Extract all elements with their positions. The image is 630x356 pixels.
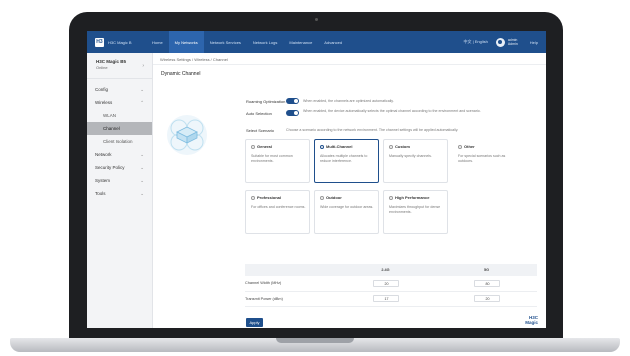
avatar[interactable] (495, 37, 505, 47)
row-label: Channel Width (MHz) (245, 276, 335, 292)
user-info[interactable]: admin Admin (508, 38, 518, 47)
scenario-card-multi-channel[interactable]: Multi-Channel Allocates multiple channel… (314, 139, 379, 183)
scenario-card-custom[interactable]: Custom Manually specify channels. (383, 139, 448, 183)
sidebar-item-channel[interactable]: Channel (87, 122, 152, 135)
sidebar-item-tools[interactable]: Tools ⌄ (87, 187, 152, 200)
brand-mark: H3C Magic (525, 315, 538, 325)
laptop-notch (276, 338, 354, 343)
nav-tab-advanced[interactable]: Advanced (318, 31, 348, 53)
laptop-stage: H3 H3C Magic B Home My Networks Network … (0, 0, 630, 356)
auto-selection-toggle[interactable] (286, 110, 299, 116)
chevron-down-icon: ⌄ (140, 164, 144, 170)
radio-other[interactable] (458, 145, 462, 149)
card-desc: Wide coverage for outdoor areas. (320, 205, 374, 209)
scenario-card-professional[interactable]: Professional For offices and conference … (245, 190, 310, 234)
scenario-card-outdoor[interactable]: Outdoor Wide coverage for outdoor areas. (314, 190, 379, 234)
table-header-row: 2.4G 5G (245, 264, 537, 276)
card-title: Custom (395, 144, 410, 149)
transmit-power-24g-input[interactable]: 17 (372, 295, 399, 302)
card-desc: Suitable for most common environments. (251, 154, 293, 163)
channel-width-24g-input[interactable]: 20 (372, 279, 399, 287)
language-switch[interactable]: 中文 | English (463, 39, 487, 45)
user-icon (498, 40, 503, 44)
apply-button[interactable]: Apply (246, 318, 263, 327)
chevron-down-icon: ⌄ (140, 151, 144, 157)
band-settings-table: 2.4G 5G Channel Width (MHz) 20 80 Transm… (245, 264, 537, 307)
screen: H3 H3C Magic B Home My Networks Network … (87, 31, 546, 328)
card-desc: Manually specify channels. (389, 154, 432, 158)
card-desc: For offices and conference rooms. (251, 205, 306, 209)
sidebar-item-client-isolation[interactable]: Client Isolation (87, 135, 152, 148)
table-header: 5G (436, 264, 537, 276)
nav-tab-network-logs[interactable]: Network Logs (247, 31, 283, 53)
roaming-optimization-label: Roaming Optimization (246, 99, 286, 104)
scenario-card-general[interactable]: General Suitable for most common environ… (245, 139, 310, 183)
nav-tab-maintenance[interactable]: Maintenance (283, 31, 318, 53)
radio-outdoor[interactable] (320, 196, 324, 200)
help-link[interactable]: Help (530, 40, 538, 45)
radio-multi-channel[interactable] (320, 145, 324, 149)
card-desc: Allocates multiple channels to reduce in… (320, 154, 368, 163)
roaming-optimization-desc: When enabled, the channels are optimized… (303, 99, 394, 103)
brand-line2: Magic (525, 320, 538, 325)
camera-icon (315, 18, 318, 21)
sidebar-item-wireless[interactable]: Wireless ⌃ (87, 96, 152, 109)
radio-custom[interactable] (389, 145, 393, 149)
page-title: Dynamic Channel (161, 71, 201, 77)
logo-icon: H3 (95, 37, 104, 47)
channel-width-5g-input[interactable]: 80 (473, 279, 500, 287)
card-title: Professional (257, 195, 282, 200)
chevron-right-icon: › (142, 63, 144, 69)
nav-tab-my-networks[interactable]: My Networks (168, 31, 204, 53)
transmit-power-5g-input[interactable]: 20 (473, 295, 500, 302)
scenario-card-other[interactable]: Other For special scenarios such as outd… (452, 139, 517, 183)
sidebar-item-wlan[interactable]: WLAN (87, 109, 152, 122)
table-header: 2.4G (335, 264, 436, 276)
roaming-optimization-toggle[interactable] (286, 98, 299, 104)
sidebar-item-security-policy[interactable]: Security Policy ⌄ (87, 161, 152, 174)
device-selector[interactable]: H3C Magic B5 Online › (87, 53, 152, 79)
table-row: Transmit Power (dBm) 17 20 (245, 291, 537, 307)
auto-selection-label: Auto Selection (246, 111, 272, 116)
main-content: Wireless Settings / Wireless / Channel D… (153, 53, 546, 328)
sidebar-item-system[interactable]: System ⌄ (87, 174, 152, 187)
card-title: High Performance (395, 195, 430, 200)
wifi-illustration-icon (167, 115, 207, 155)
top-nav: H3 H3C Magic B Home My Networks Network … (87, 31, 546, 53)
radio-professional[interactable] (251, 196, 255, 200)
card-desc: For special scenarios such as outdoors. (458, 154, 506, 163)
radio-general[interactable] (251, 145, 255, 149)
card-desc: Maximizes throughput for dense environme… (389, 205, 441, 214)
user-role: Admin (507, 42, 518, 46)
chevron-up-icon: ⌃ (140, 99, 144, 105)
sidebar-item-config[interactable]: Config ⌄ (87, 83, 152, 96)
select-scenario-desc: Choose a scenario according to the netwo… (286, 128, 459, 132)
nav-tab-network-services[interactable]: Network Services (204, 31, 247, 53)
nav-tab-home[interactable]: Home (146, 31, 169, 53)
row-label: Transmit Power (dBm) (245, 291, 335, 307)
card-title: Outdoor (326, 195, 342, 200)
table-header (245, 264, 335, 276)
chevron-down-icon: ⌄ (140, 190, 144, 196)
radio-high-performance[interactable] (389, 196, 393, 200)
card-title: Multi-Channel (326, 144, 353, 149)
card-title: Other (464, 144, 475, 149)
breadcrumb: Wireless Settings / Wireless / Channel (153, 53, 546, 65)
table-row: Channel Width (MHz) 20 80 (245, 276, 537, 292)
auto-selection-desc: When enabled, the device automatically s… (303, 109, 481, 113)
card-title: General (257, 144, 272, 149)
sidebar-item-network[interactable]: Network ⌄ (87, 148, 152, 161)
select-scenario-label: Select Scenario (246, 128, 275, 133)
app-name: H3C Magic B (108, 39, 132, 45)
sidebar: H3C Magic B5 Online › Config ⌄ Wireless ⌃ … (87, 53, 153, 328)
chevron-down-icon: ⌄ (140, 177, 144, 183)
scenario-card-high-performance[interactable]: High Performance Maximizes throughput fo… (383, 190, 448, 234)
chevron-down-icon: ⌄ (140, 86, 144, 92)
